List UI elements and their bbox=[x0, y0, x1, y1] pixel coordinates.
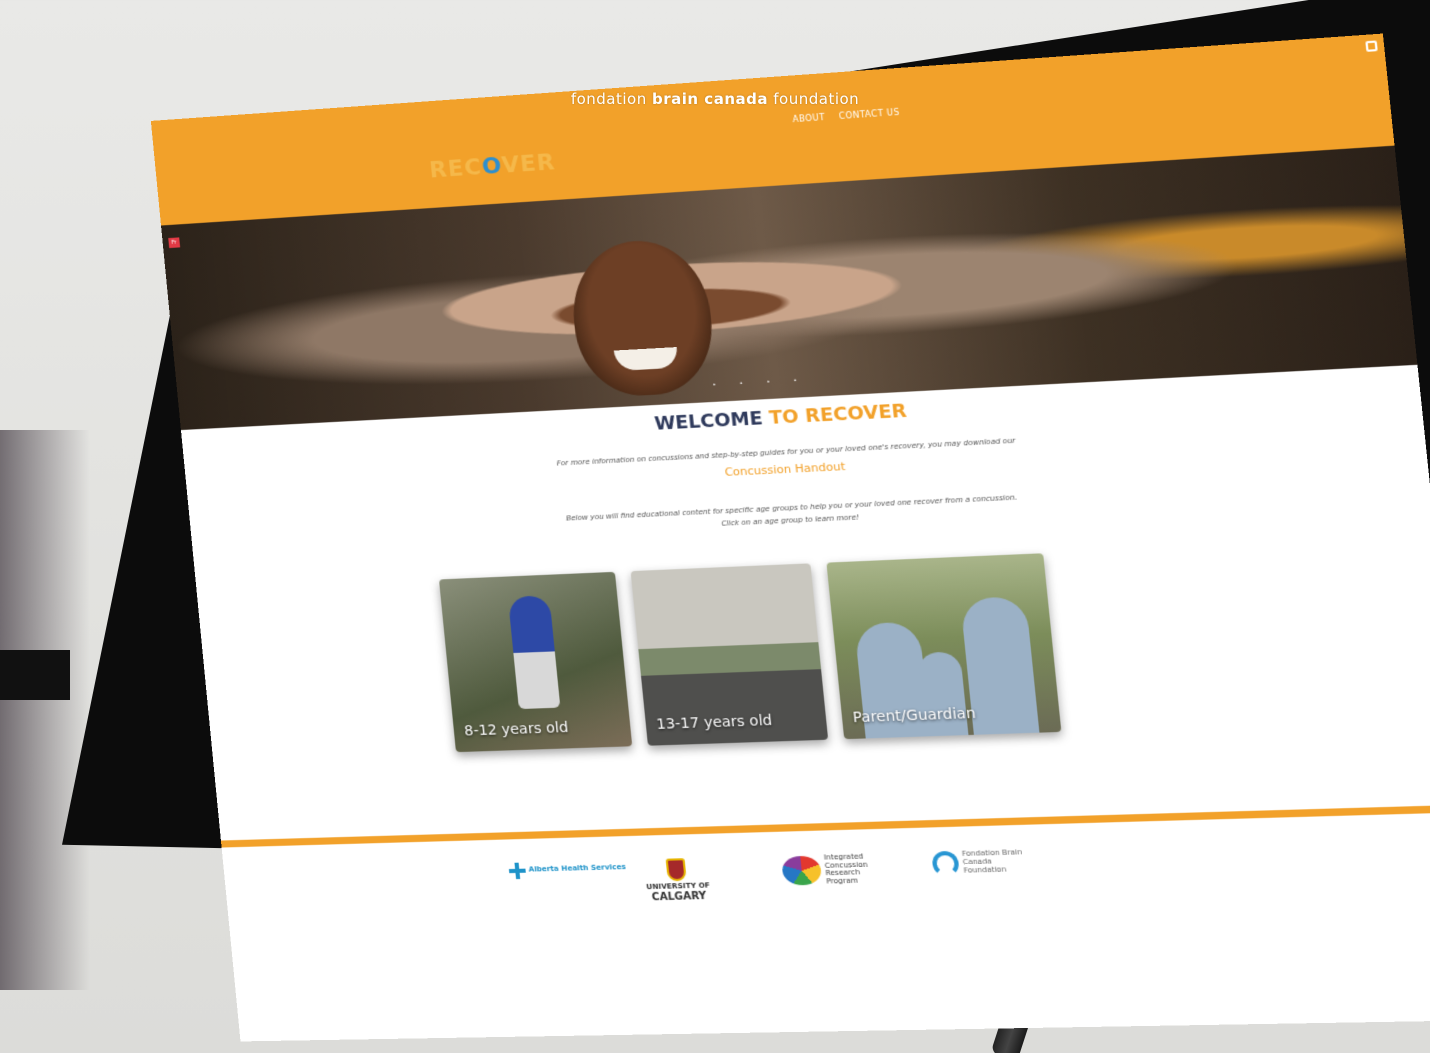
baseball-player bbox=[507, 595, 561, 710]
logo-text-post: VER bbox=[500, 149, 557, 179]
ahs-cross-icon bbox=[508, 862, 527, 880]
background-bar-left bbox=[0, 650, 70, 700]
ahs-logo[interactable]: Alberta Health Services bbox=[508, 860, 627, 880]
icrp-logo[interactable]: Integrated Concussion Research Program bbox=[781, 852, 881, 887]
brain-canada-text: Fondation Brain Canada Foundation bbox=[961, 848, 1023, 875]
nav-links: ABOUT CONTACT US bbox=[781, 108, 900, 125]
brain-icon bbox=[781, 855, 823, 887]
age-group-cards: 8-12 years old 13-17 years old Parent/Gu… bbox=[438, 552, 1096, 762]
partner-logos: Alberta Health Services UNIVERSITY OF CA… bbox=[467, 847, 1112, 915]
recover-logo[interactable]: RECOVER bbox=[428, 150, 557, 184]
background-shadow bbox=[0, 430, 90, 990]
ucalgary-text-bottom: CALGARY bbox=[651, 890, 707, 904]
card-parent-guardian[interactable]: Parent/Guardian bbox=[826, 553, 1062, 740]
icrp-text: Integrated Concussion Research Program bbox=[823, 852, 868, 886]
ucalgary-shield-icon bbox=[665, 858, 688, 882]
caption-suffix: foundation bbox=[767, 90, 860, 108]
welcome-main: WELCOME bbox=[653, 407, 771, 435]
language-toggle[interactable]: Fr bbox=[168, 237, 180, 249]
card-13-17[interactable]: 13-17 years old bbox=[630, 563, 829, 746]
brain-canada-arc-icon bbox=[931, 850, 960, 877]
footer-divider bbox=[220, 804, 1430, 848]
card-8-12[interactable]: 8-12 years old bbox=[438, 571, 633, 753]
fullscreen-icon[interactable] bbox=[1365, 40, 1378, 52]
ahs-text: Alberta Health Services bbox=[528, 863, 627, 874]
logo-text-pre: REC bbox=[428, 154, 484, 184]
card-label: 8-12 years old bbox=[463, 719, 570, 740]
nav-about[interactable]: ABOUT bbox=[792, 113, 825, 125]
caption-bold: brain canada bbox=[652, 90, 768, 108]
caption-prefix: fondation bbox=[570, 90, 652, 108]
brand-caption: fondation brain canada foundation bbox=[0, 90, 1430, 108]
ucalgary-logo[interactable]: UNIVERSITY OF CALGARY bbox=[644, 858, 712, 904]
card-label: 13-17 years old bbox=[655, 712, 773, 734]
website-screen: RECOVER ABOUT CONTACT US Fr • • • • WELC… bbox=[150, 33, 1430, 1042]
age-group-cta: Click on an age group to learn more! bbox=[720, 513, 860, 528]
welcome-accent: TO RECOVER bbox=[768, 400, 908, 430]
brain-canada-logo[interactable]: Fondation Brain Canada Foundation bbox=[931, 849, 1029, 877]
nav-contact[interactable]: CONTACT US bbox=[839, 108, 901, 121]
